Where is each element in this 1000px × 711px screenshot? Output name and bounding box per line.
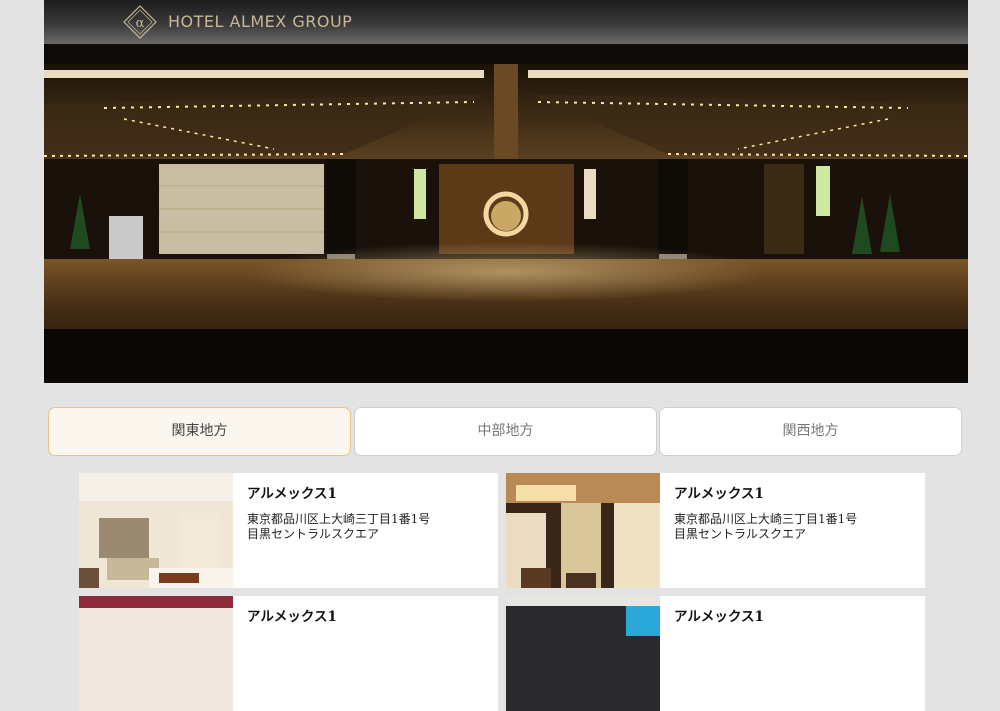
hotel-address: 東京都品川区上大崎三丁目1番1号 目黒セントラルスクエア <box>674 512 857 542</box>
hotel-name[interactable]: アルメックス1 <box>247 482 337 502</box>
hotel-name[interactable]: アルメックス1 <box>247 605 337 625</box>
hotel-card[interactable]: アルメックス1 東京都品川区上大崎三丁目1番1号 目黒セントラルスクエア <box>506 473 925 588</box>
address-line-2: 目黒セントラルスクエア <box>247 527 380 541</box>
hotel-card[interactable]: アルメックス1 東京都品川区上大崎三丁目1番1号 目黒セントラルスクエア <box>79 473 498 588</box>
address-line-1: 東京都品川区上大崎三丁目1番1号 <box>247 512 431 526</box>
tab-chubu[interactable]: 中部地方 <box>354 407 657 456</box>
hero-image <box>44 44 968 383</box>
tab-kanto[interactable]: 関東地方 <box>48 407 351 456</box>
hotel-card[interactable]: アルメックス1 <box>79 596 498 711</box>
hotel-name[interactable]: アルメックス1 <box>674 605 764 625</box>
brand-name[interactable]: HOTEL ALMEX GROUP <box>168 12 352 31</box>
tab-kansai[interactable]: 関西地方 <box>659 407 962 456</box>
address-line-1: 東京都品川区上大崎三丁目1番1号 <box>674 512 858 526</box>
hotel-room-photo[interactable] <box>79 596 233 711</box>
hotel-address: 東京都品川区上大崎三丁目1番1号 目黒セントラルスクエア <box>247 512 430 542</box>
hotel-room-photo[interactable] <box>506 596 660 711</box>
site-header: α HOTEL ALMEX GROUP <box>44 0 968 44</box>
svg-text:α: α <box>136 16 145 31</box>
logo-alpha-icon[interactable]: α <box>122 4 158 40</box>
hotel-room-photo[interactable] <box>79 473 233 588</box>
hotel-card[interactable]: アルメックス1 <box>506 596 925 711</box>
hotel-name[interactable]: アルメックス1 <box>674 482 764 502</box>
address-line-2: 目黒セントラルスクエア <box>674 527 807 541</box>
hotel-room-photo[interactable] <box>506 473 660 588</box>
region-tabs: 関東地方 中部地方 関西地方 <box>48 407 964 456</box>
